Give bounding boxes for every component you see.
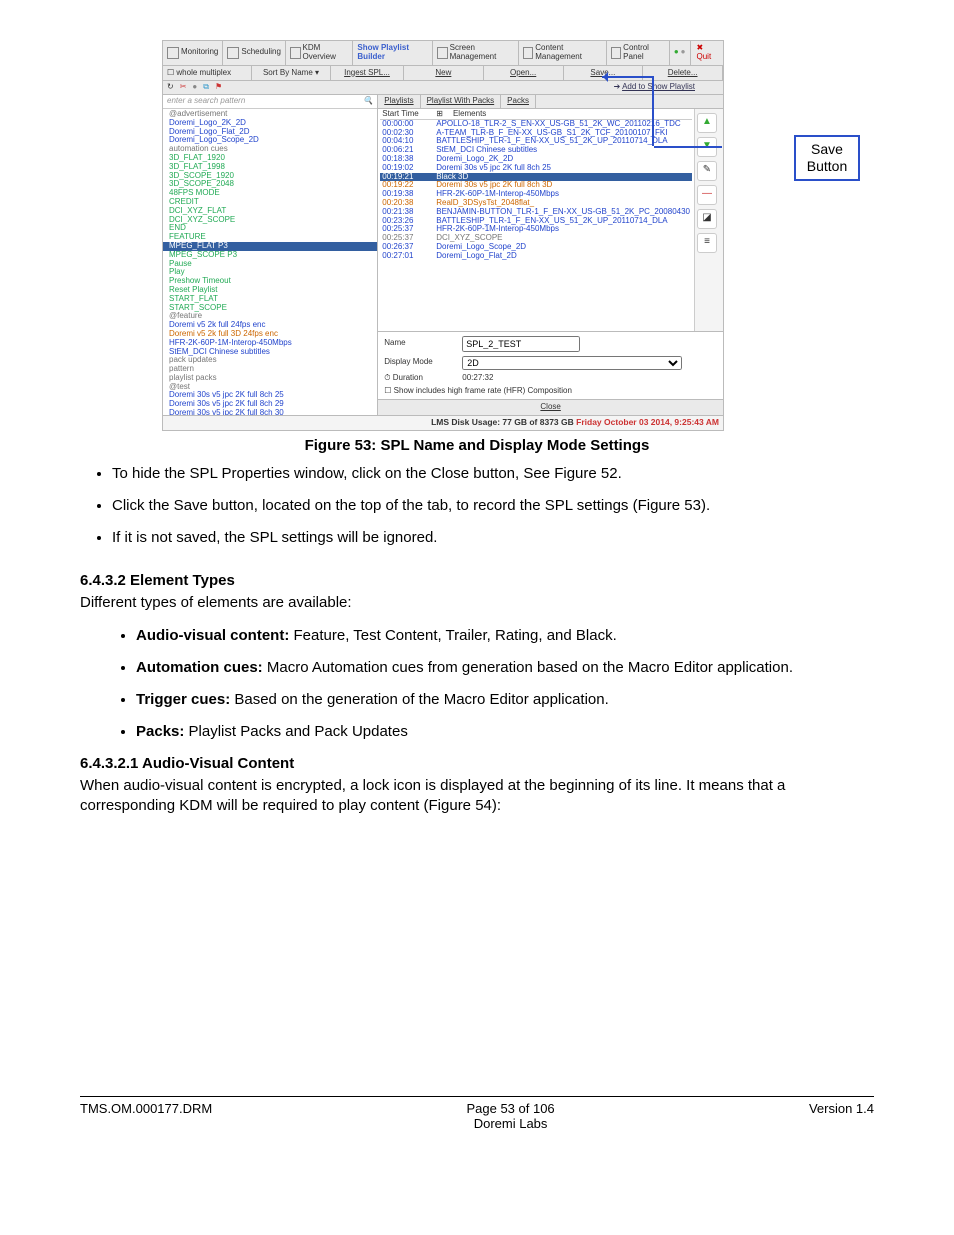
subtab-playlist-with-packs[interactable]: Playlist With Packs <box>421 95 502 108</box>
tab-kdm-overview[interactable]: KDM Overview <box>286 41 353 65</box>
duration-label: ⏱ Duration <box>384 374 454 383</box>
playlist-element-row[interactable]: 00:25:37HFR-2K-60P-1M-Interop-450Mbps <box>380 225 692 234</box>
footer-right: Version 1.4 <box>809 1101 874 1131</box>
spl-properties-panel: Name Display Mode 2D ⏱ Duration 00:27:32… <box>378 331 723 400</box>
status-icons: ● ● <box>670 41 691 65</box>
app-top-nav: Monitoring Scheduling KDM Overview Show … <box>163 41 723 66</box>
name-label: Name <box>384 339 454 348</box>
playlist-element-row[interactable]: 00:27:01Doremi_Logo_Flat_2D <box>380 252 692 261</box>
tab-screen-management[interactable]: Screen Management <box>433 41 519 65</box>
playlist-element-row[interactable]: 00:26:37Doremi_Logo_Scope_2D <box>380 243 692 252</box>
element-type-item: Automation cues: Macro Automation cues f… <box>136 658 874 678</box>
instruction-item: Click the Save button, located on the to… <box>112 496 874 516</box>
search-icon[interactable]: 🔍 <box>363 97 373 106</box>
edit-icon[interactable]: ✎ <box>697 161 717 181</box>
footer-left: TMS.OM.000177.DRM <box>80 1101 212 1131</box>
tab-monitoring[interactable]: Monitoring <box>163 41 223 65</box>
tab-show-playlist-builder[interactable]: Show Playlist Builder <box>353 41 433 65</box>
search-input[interactable]: enter a search pattern 🔍 <box>163 95 377 109</box>
tool-icon[interactable]: ✂ <box>180 83 187 92</box>
library-item[interactable]: Pause <box>163 260 377 269</box>
element-type-item: Packs: Playlist Packs and Pack Updates <box>136 722 874 742</box>
tab-content-management[interactable]: Content Management <box>519 41 607 65</box>
subtab-packs[interactable]: Packs <box>501 95 536 108</box>
page-footer: TMS.OM.000177.DRM Page 53 of 106 Doremi … <box>80 1096 874 1131</box>
status-bar: LMS Disk Usage: 77 GB of 8373 GB Friday … <box>163 415 723 429</box>
section-intro: Different types of elements are availabl… <box>80 593 874 613</box>
footer-org: Doremi Labs <box>474 1116 548 1131</box>
ingest-spl-button[interactable]: Ingest SPL... <box>331 66 404 81</box>
save-button-callout: Save Button <box>794 135 860 181</box>
library-item[interactable]: Doremi 30s v5 jpc 2K full 8ch 30 <box>163 409 377 415</box>
clip-icon[interactable]: ◪ <box>697 209 717 229</box>
hfr-checkbox[interactable]: ☐ Show includes high frame rate (HFR) Co… <box>384 387 717 396</box>
figure-caption: Figure 53: SPL Name and Display Mode Set… <box>80 437 874 454</box>
copy-icon[interactable]: ⧉ <box>203 83 209 92</box>
element-types-list: Audio-visual content: Feature, Test Cont… <box>136 626 874 743</box>
library-item[interactable]: pack updates <box>163 356 377 365</box>
remove-icon[interactable]: — <box>697 185 717 205</box>
duration-value: 00:27:32 <box>462 374 717 383</box>
whole-multiplex-checkbox[interactable]: ☐ whole multiplex <box>163 66 252 81</box>
close-button[interactable]: Close <box>378 399 723 415</box>
playlist-element-row[interactable]: 00:19:38HFR-2K-60P-1M-Interop-450Mbps <box>380 190 692 199</box>
library-item[interactable]: DCI_XYZ_SCOPE <box>163 216 377 225</box>
quit-button[interactable]: ✖ Quit <box>691 41 724 65</box>
playlist-element-row[interactable]: 00:19:02Doremi 30s v5 jpc 2K full 8ch 25 <box>380 164 692 173</box>
figure-53-screenshot: Monitoring Scheduling KDM Overview Show … <box>162 40 792 431</box>
playlist-element-row[interactable]: 00:25:37DCI_XYZ_SCOPE <box>380 234 692 243</box>
open-button[interactable]: Open... <box>484 66 564 81</box>
library-item[interactable]: playlist packs <box>163 374 377 383</box>
tab-control-panel[interactable]: Control Panel <box>607 41 670 65</box>
section-heading-element-types: 6.4.3.2 Element Types <box>80 572 874 589</box>
library-item[interactable]: MPEG_SCOPE P3 <box>163 251 377 260</box>
element-type-item: Trigger cues: Based on the generation of… <box>136 690 874 710</box>
elements-header-icon: ⊞ <box>436 110 443 119</box>
playlist-element-row[interactable]: 00:06:21StEM_DCI Chinese subtitles <box>380 146 692 155</box>
list-icon[interactable]: ≡ <box>697 233 717 253</box>
refresh-icon[interactable]: ↻ <box>167 83 174 92</box>
section-heading-av-content: 6.4.3.2.1 Audio-Visual Content <box>80 755 874 772</box>
element-type-item: Audio-visual content: Feature, Test Cont… <box>136 626 874 646</box>
display-mode-select[interactable]: 2D <box>462 356 682 370</box>
section-body: When audio-visual content is encrypted, … <box>80 776 874 817</box>
display-mode-label: Display Mode <box>384 358 454 367</box>
instruction-item: If it is not saved, the SPL settings wil… <box>112 528 874 548</box>
tab-scheduling[interactable]: Scheduling <box>223 41 286 65</box>
content-library-list[interactable]: @advertisementDoremi_Logo_2K_2DDoremi_Lo… <box>163 109 377 415</box>
sort-by-dropdown[interactable]: Sort By Name ▾ <box>252 66 331 81</box>
spl-name-input[interactable] <box>462 336 580 352</box>
instruction-item: To hide the SPL Properties window, click… <box>112 464 874 484</box>
callout-connector <box>592 76 722 146</box>
flag-icon[interactable]: ⚑ <box>215 83 222 92</box>
stop-icon[interactable]: ● <box>192 83 197 92</box>
instruction-list: To hide the SPL Properties window, click… <box>112 464 874 549</box>
new-button[interactable]: New <box>404 66 484 81</box>
footer-page: Page 53 of 106 <box>466 1101 554 1116</box>
subtab-playlists[interactable]: Playlists <box>378 95 420 108</box>
